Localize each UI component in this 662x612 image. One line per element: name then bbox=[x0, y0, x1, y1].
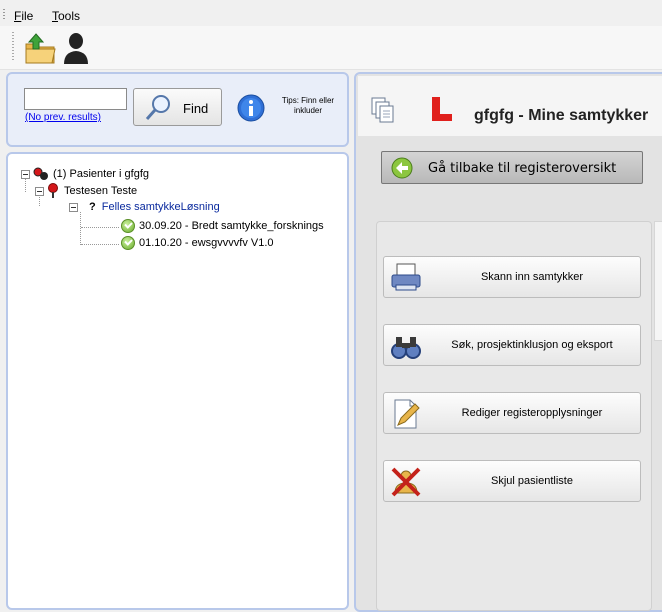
search-panel: (No prev. results) Find Tips: Finn eller… bbox=[6, 72, 349, 147]
menu-file[interactable]: File bbox=[14, 9, 33, 23]
toolbar bbox=[0, 26, 662, 70]
side-panel-stub bbox=[654, 221, 662, 341]
patient-pin-icon bbox=[48, 183, 58, 198]
edit-document-icon bbox=[394, 399, 420, 429]
menu-bar: File Tools bbox=[0, 0, 662, 26]
collapse-icon[interactable] bbox=[35, 186, 44, 196]
toolbar-grip bbox=[12, 32, 14, 60]
collapse-icon[interactable] bbox=[21, 169, 30, 179]
check-icon bbox=[121, 236, 135, 250]
open-folder-icon bbox=[25, 33, 56, 64]
page-title: gfgfg - Mine samtykker bbox=[474, 107, 649, 124]
collapse-icon[interactable] bbox=[69, 202, 78, 212]
tree-item[interactable]: 01.10.20 - ewsgvvvvfv V1.0 bbox=[121, 236, 274, 250]
tips-text: Tips: Finn eller inkluder bbox=[281, 96, 335, 115]
prev-results-link[interactable]: (No prev. results) bbox=[25, 112, 101, 123]
tree-connector bbox=[81, 227, 119, 228]
tree-item-label: 01.10.20 - ewsgvvvvfv V1.0 bbox=[139, 237, 274, 249]
user-silhouette-icon bbox=[64, 33, 88, 64]
info-icon[interactable] bbox=[237, 94, 265, 122]
tree-root-label: (1) Pasienter i gfgfg bbox=[53, 168, 149, 180]
find-button[interactable]: Find bbox=[133, 88, 222, 126]
unknown-status-icon: ? bbox=[89, 201, 96, 213]
binoculars-icon bbox=[391, 337, 421, 359]
documents-icon bbox=[371, 97, 394, 123]
find-label: Find bbox=[183, 101, 209, 116]
tree-group-label: Felles samtykkeLøsning bbox=[101, 201, 220, 213]
back-label: Gå tilbake til registeroversikt bbox=[428, 161, 617, 176]
hide-patient-list-button[interactable]: Skjul pasientliste bbox=[383, 460, 641, 502]
brand-logo-icon bbox=[432, 97, 452, 121]
check-icon bbox=[121, 219, 135, 233]
menu-tools-label: ools bbox=[58, 9, 81, 23]
back-arrow-icon bbox=[391, 157, 413, 179]
tree-item[interactable]: 30.09.20 - Bredt samtykke_forsknings bbox=[121, 219, 324, 233]
search-input[interactable] bbox=[24, 88, 127, 110]
edit-register-info-label: Rediger registeropplysninger bbox=[461, 407, 603, 419]
edit-register-info-button[interactable]: Rediger registeropplysninger bbox=[383, 392, 641, 434]
main-panel: gfgfg - Mine samtykker Gå tilbake til re… bbox=[354, 72, 662, 612]
menu-file-label: ile bbox=[21, 9, 34, 23]
menubar-grip bbox=[3, 9, 5, 19]
open-folder-button[interactable] bbox=[24, 30, 58, 66]
scan-consents-label: Skann inn samtykker bbox=[480, 271, 584, 283]
back-to-register-button[interactable]: Gå tilbake til registeroversikt bbox=[381, 151, 643, 184]
menu-tools[interactable]: Tools bbox=[52, 9, 80, 23]
search-project-export-label: Søk, prosjektinklusjon og eksport bbox=[451, 339, 613, 351]
main-header bbox=[358, 76, 662, 136]
tree-item-label: 30.09.20 - Bredt samtykke_forsknings bbox=[139, 220, 324, 232]
hide-patient-list-label: Skjul pasientliste bbox=[491, 475, 573, 487]
patients-group-icon bbox=[33, 167, 48, 180]
tree-patient[interactable]: Testesen Teste bbox=[35, 183, 137, 199]
tree-patient-label: Testesen Teste bbox=[64, 185, 138, 197]
magnifier-icon bbox=[145, 95, 170, 120]
tree-connector bbox=[80, 212, 81, 245]
tree-connector bbox=[81, 244, 119, 245]
scan-consents-button[interactable]: Skann inn samtykker bbox=[383, 256, 641, 298]
tree-group[interactable]: ? Felles samtykkeLøsning bbox=[69, 201, 220, 213]
search-project-export-button[interactable]: Søk, prosjektinklusjon og eksport bbox=[383, 324, 641, 366]
patient-tree-panel: (1) Pasienter i gfgfg Testesen Teste ? F… bbox=[6, 152, 349, 610]
tree-root[interactable]: (1) Pasienter i gfgfg bbox=[21, 167, 149, 181]
user-button[interactable] bbox=[62, 30, 96, 66]
printer-scanner-icon bbox=[391, 263, 421, 291]
hide-users-icon bbox=[391, 467, 421, 497]
